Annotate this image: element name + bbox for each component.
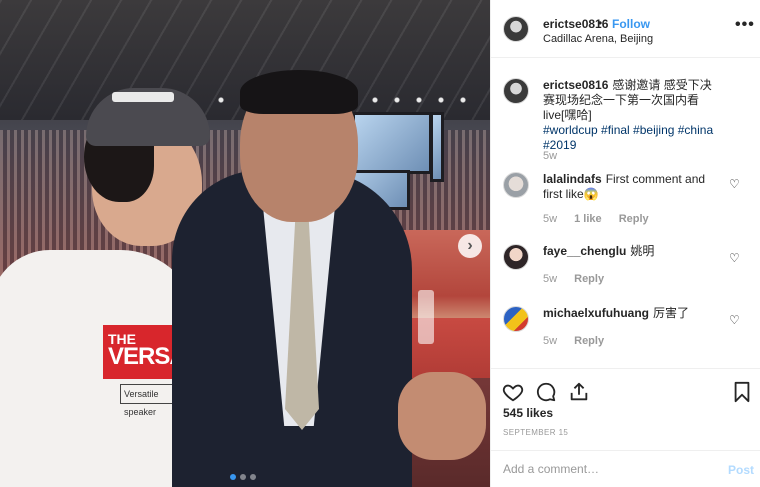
carousel-dot [240,474,246,480]
cup [418,290,434,344]
location-link[interactable]: Cadillac Arena, Beijing [543,33,653,45]
comment-text: michaelxufuhuang 厉害了 [543,306,721,321]
post-button[interactable]: Post [728,463,754,477]
post-panel: erictse0816 • Follow Cadillac Arena, Bei… [490,0,760,487]
comment-username[interactable]: lalalindafs [543,172,602,186]
carousel-dot [250,474,256,480]
person-right-hands [398,372,486,460]
comment-icon[interactable] [535,381,557,403]
comment-text: faye__chenglu 姚明 [543,244,721,259]
comment-meta: 5w Reply [543,273,618,285]
post-actions: 545 likes SEPTEMBER 15 [491,368,760,450]
bookmark-icon[interactable] [731,381,753,403]
comment-time: 5w [543,273,558,285]
add-comment-bar: Post [491,450,760,487]
heart-icon[interactable]: ♡ [729,251,740,265]
comment-input[interactable] [503,459,703,479]
avatar[interactable] [503,244,529,270]
avatar[interactable] [503,306,529,332]
reply-button[interactable]: Reply [619,213,649,225]
post-header: erictse0816 • Follow Cadillac Arena, Bei… [491,0,760,58]
cap-band [112,92,174,102]
caption-meta: 5w [543,150,571,162]
comment-body: 厉害了 [653,306,690,320]
comment-meta: 5w 1 like Reply [543,213,663,225]
caption-time: 5w [543,150,558,162]
avatar[interactable] [503,172,529,198]
comment-username[interactable]: faye__chenglu [543,244,626,258]
heart-icon[interactable]: ♡ [729,177,740,191]
caption-username[interactable]: erictse0816 [543,78,608,92]
comment-username[interactable]: michaelxufuhuang [543,306,649,320]
comment-time: 5w [543,213,558,225]
comment-likes[interactable]: 1 like [574,213,602,225]
reply-button[interactable]: Reply [574,335,604,347]
person-right-hair [240,70,358,114]
avatar[interactable] [503,78,529,104]
post-photo[interactable]: THE VERSACE Versatile speaker › [0,0,490,487]
header-separator: • [598,16,603,30]
more-options-icon[interactable]: ••• [735,17,755,33]
caption-hashtags[interactable]: #worldcup #final #beijing #china #2019 [543,123,713,152]
arena-screen-left [352,112,432,174]
comments-list[interactable]: erictse0816 感谢邀请 感受下决赛现场纪念一下第一次国内看live[嘿哈… [491,58,760,368]
heart-icon[interactable]: ♡ [729,313,740,327]
caption-text: erictse0816 感谢邀请 感受下决赛现场纪念一下第一次国内看live[嘿哈… [543,78,721,153]
heart-icon[interactable] [502,381,524,403]
comment-time: 5w [543,335,558,347]
comment-body: 姚明 [630,244,655,258]
reply-button[interactable]: Reply [574,273,604,285]
next-arrow-icon[interactable]: › [458,234,482,258]
likes-count[interactable]: 545 likes [503,406,553,420]
avatar[interactable] [503,16,529,42]
carousel-dots [230,474,256,480]
follow-button[interactable]: Follow [612,17,650,31]
comment-meta: 5w Reply [543,335,618,347]
arena-screen-right [430,112,444,182]
comment-text: lalalindafs First comment and first like😱 [543,172,721,202]
share-icon[interactable] [568,381,590,403]
carousel-dot [230,474,236,480]
post-date: SEPTEMBER 15 [503,428,569,437]
